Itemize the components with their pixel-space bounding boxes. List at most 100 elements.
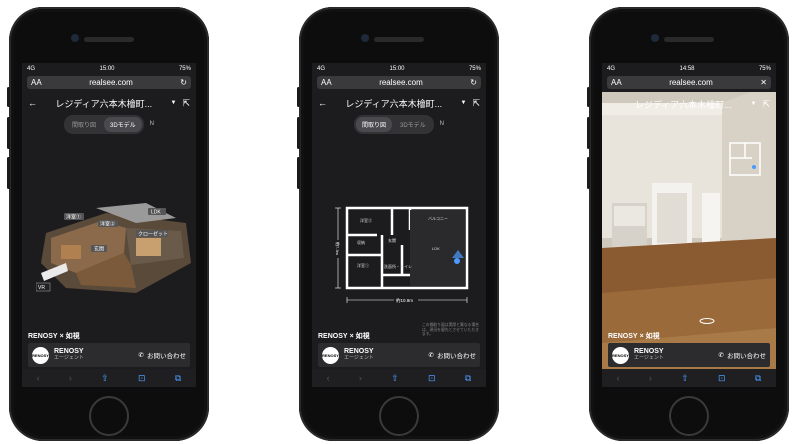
room-bedroom2: 洋室② [360, 217, 372, 223]
chevron-down-icon[interactable]: ▼ [751, 101, 757, 107]
reload-icon[interactable]: ↻ [470, 78, 477, 87]
battery-label: 75% [178, 65, 191, 72]
home-button[interactable] [379, 396, 419, 436]
vr-label[interactable]: VR [38, 285, 45, 291]
share-toolbar-icon[interactable]: ⇧ [391, 373, 399, 384]
share-icon[interactable]: ⇱ [182, 98, 190, 109]
back-nav-icon[interactable]: ‹ [617, 373, 620, 383]
home-button[interactable] [89, 396, 129, 436]
tab-floorplan[interactable]: 間取り図 [355, 116, 392, 132]
brand-x: × [349, 332, 354, 340]
contact-label: お問い合わせ [437, 353, 476, 360]
width-dimension: 約10.9m [396, 297, 413, 304]
text-size-button[interactable]: AA [611, 78, 622, 87]
floorplan-label: 間取り図 [361, 122, 386, 129]
url-text[interactable]: realsee.com [42, 78, 181, 87]
screen: 4G 14:58 75% AA realsee.com ✕ レジディア六本木檜町… [602, 63, 776, 387]
text-size-button[interactable]: AA [321, 78, 332, 87]
property-title[interactable]: レジディア六本木檜町... [37, 97, 171, 110]
agent-role: エージェント [344, 355, 374, 362]
back-nav-icon[interactable]: ‹ [37, 373, 40, 383]
compass-icon[interactable]: N [150, 121, 154, 127]
status-bar: 4G 14:58 75% [602, 63, 776, 74]
chevron-down-icon[interactable]: ▼ [461, 100, 467, 106]
back-icon[interactable]: ← [318, 98, 327, 108]
mute-switch [297, 87, 300, 107]
earpiece [374, 37, 424, 42]
share-toolbar-icon[interactable]: ⇧ [681, 373, 689, 384]
compass-icon[interactable]: N [440, 121, 444, 127]
battery-label: 75% [758, 65, 771, 72]
bookmarks-icon[interactable]: ⊡ [718, 373, 726, 384]
property-title[interactable]: レジディア六本木檜町... [616, 98, 751, 111]
brand-x: × [59, 332, 64, 340]
tab-3d-model[interactable]: 3Dモデル [104, 116, 142, 132]
earpiece [84, 37, 134, 42]
chevron-down-icon[interactable]: ▼ [171, 100, 177, 106]
browser-toolbar: ‹ › ⇧ ⊡ ⧉ [602, 369, 776, 387]
contact-button[interactable]: ✆ お問い合わせ [429, 350, 476, 360]
room-storage: 収納 [357, 239, 365, 245]
close-icon[interactable]: ✕ [760, 78, 767, 87]
back-icon[interactable]: ← [28, 98, 37, 108]
tabs-icon[interactable]: ⧉ [175, 373, 181, 384]
share-toolbar-icon[interactable]: ⇧ [101, 373, 109, 384]
volume-down-button [7, 157, 10, 189]
property-title[interactable]: レジディア六本木檜町... [327, 97, 461, 110]
contact-bar: RENOSY RENOSY エージェント ✆ お問い合わせ [608, 343, 770, 367]
agent-avatar: RENOSY [612, 346, 629, 364]
phone-3d-model: 4G 15:00 75% AA realsee.com ↻ ← レジディア六本木… [7, 7, 209, 441]
room-balcony: バルコニー [428, 216, 448, 221]
share-icon[interactable]: ⇱ [472, 98, 480, 109]
reload-icon[interactable]: ↻ [180, 78, 187, 87]
brand-row: RENOSY × 如視 [28, 331, 80, 341]
room-ldk: LDK [432, 246, 440, 251]
earpiece [664, 37, 714, 42]
forward-nav-icon[interactable]: › [69, 373, 72, 383]
bookmarks-icon[interactable]: ⊡ [138, 373, 146, 384]
brand-row: RENOSY × 如視 [318, 331, 370, 341]
compass-label: N [149, 121, 155, 127]
view-toggle: 間取り図 3Dモデル N [22, 114, 196, 134]
agent-role: エージェント [54, 355, 84, 362]
floorplan-view[interactable]: 洋室② バルコニー LDK 洋室① 玄関 収納 洗面所・トイレ 約10.9m 約… [332, 200, 482, 310]
clock: 15:00 [389, 65, 405, 72]
clock: 15:00 [99, 65, 115, 72]
forward-nav-icon[interactable]: › [359, 373, 362, 383]
brand-partner: 如視 [355, 333, 370, 340]
forward-nav-icon[interactable]: › [649, 373, 652, 383]
battery-label: 75% [468, 65, 481, 72]
tab-3d-model[interactable]: 3Dモデル [394, 117, 432, 132]
contact-button[interactable]: ✆ お問い合わせ [139, 350, 186, 360]
agent-logo-text: RENOSY [32, 352, 49, 358]
url-text[interactable]: realsee.com [332, 78, 471, 87]
volume-up-button [587, 117, 590, 149]
home-button[interactable] [669, 396, 709, 436]
tabs-icon[interactable]: ⧉ [755, 373, 761, 384]
share-icon[interactable]: ⇱ [762, 99, 770, 110]
3d-model-view[interactable]: 洋室① 洋室② LDK クローゼット 玄関 VR [36, 193, 196, 303]
screen: 4G 15:00 75% AA realsee.com ↻ ← レジディア六本木… [312, 63, 486, 387]
agent-avatar: RENOSY [322, 346, 339, 364]
address-bar[interactable]: AA realsee.com ↻ [317, 76, 481, 89]
contact-label: お問い合わせ [147, 353, 186, 360]
bookmarks-icon[interactable]: ⊡ [428, 373, 436, 384]
label-closet: クローゼット [138, 231, 168, 238]
front-camera [361, 34, 369, 42]
url-text[interactable]: realsee.com [622, 78, 761, 87]
text-size-button[interactable]: AA [31, 78, 42, 87]
address-bar[interactable]: AA realsee.com ✕ [607, 76, 771, 89]
address-bar[interactable]: AA realsee.com ↻ [27, 76, 191, 89]
address-bar-wrap: AA realsee.com ✕ [602, 74, 776, 92]
signal-label: 4G [317, 65, 326, 72]
tabs-icon[interactable]: ⧉ [465, 373, 471, 384]
room-bedroom1: 洋室① [357, 262, 369, 268]
brand-row: RENOSY × 如視 [608, 331, 660, 341]
contact-button[interactable]: ✆ お問い合わせ [719, 350, 766, 360]
phone-floorplan: 4G 15:00 75% AA realsee.com ↻ ← レジディア六本木… [297, 7, 499, 441]
agent-avatar: RENOSY [32, 346, 49, 364]
tab-floorplan[interactable]: 間取り図 [66, 117, 102, 132]
front-camera [651, 34, 659, 42]
model3d-label: 3Dモデル [110, 122, 136, 129]
back-nav-icon[interactable]: ‹ [327, 373, 330, 383]
